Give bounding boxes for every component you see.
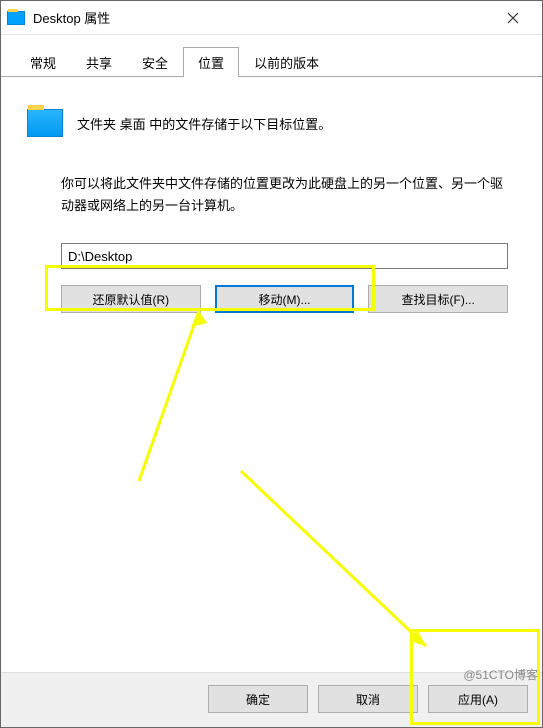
dialog-button-bar: 确定 取消 应用(A) bbox=[1, 672, 542, 727]
folder-icon bbox=[7, 11, 25, 25]
apply-button[interactable]: 应用(A) bbox=[428, 685, 528, 713]
titlebar: Desktop 属性 bbox=[1, 1, 542, 35]
cancel-button[interactable]: 取消 bbox=[318, 685, 418, 713]
window-title: Desktop 属性 bbox=[33, 8, 490, 27]
explain-text: 你可以将此文件夹中文件存储的位置更改为此硬盘上的另一个位置、另一个驱动器或网络上… bbox=[61, 173, 508, 217]
tab-content: 文件夹 桌面 中的文件存储于以下目标位置。 你可以将此文件夹中文件存储的位置更改… bbox=[1, 77, 542, 672]
tab-previous-versions[interactable]: 以前的版本 bbox=[239, 47, 334, 77]
path-input[interactable] bbox=[61, 243, 508, 269]
tab-location[interactable]: 位置 bbox=[183, 47, 239, 77]
tab-share[interactable]: 共享 bbox=[71, 47, 127, 77]
restore-default-button[interactable]: 还原默认值(R) bbox=[61, 285, 201, 313]
find-target-button[interactable]: 查找目标(F)... bbox=[368, 285, 508, 313]
properties-dialog: Desktop 属性 常规 共享 安全 位置 以前的版本 文件夹 桌面 中的文件… bbox=[0, 0, 543, 728]
tab-general[interactable]: 常规 bbox=[15, 47, 71, 77]
move-button[interactable]: 移动(M)... bbox=[215, 285, 355, 313]
close-button[interactable] bbox=[490, 2, 536, 34]
tab-security[interactable]: 安全 bbox=[127, 47, 183, 77]
ok-button[interactable]: 确定 bbox=[208, 685, 308, 713]
intro-text: 文件夹 桌面 中的文件存储于以下目标位置。 bbox=[77, 114, 331, 133]
desktop-folder-icon bbox=[27, 109, 63, 137]
close-icon bbox=[507, 12, 519, 24]
tab-strip: 常规 共享 安全 位置 以前的版本 bbox=[1, 35, 542, 77]
